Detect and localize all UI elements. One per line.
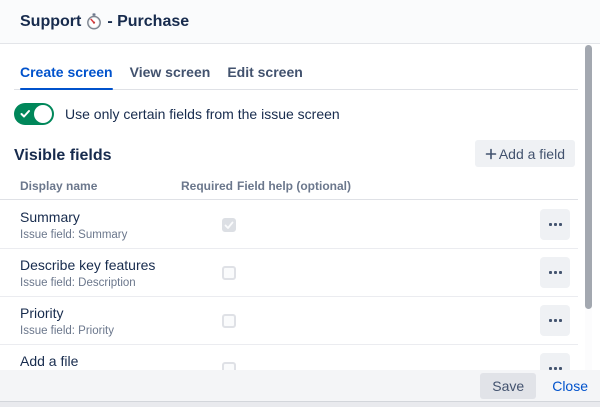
field-display-name: Priority: [20, 305, 64, 321]
check-icon: [20, 109, 31, 119]
more-options-button[interactable]: [540, 257, 570, 288]
column-header-field-help: Field help (optional): [237, 179, 351, 193]
certain-fields-toggle-row: Use only certain fields from the issue s…: [14, 103, 340, 125]
more-options-icon: [554, 223, 557, 226]
table-row-describe-key-features: Describe key features Issue field: Descr…: [0, 249, 578, 297]
tab-create-screen[interactable]: Create screen: [20, 64, 113, 89]
required-checkbox[interactable]: [222, 266, 236, 280]
more-options-icon: [554, 319, 557, 322]
fields-table-body: Summary Issue field: Summary Describe ke…: [0, 201, 578, 393]
column-header-required: Required: [181, 179, 233, 193]
certain-fields-toggle[interactable]: [14, 103, 54, 125]
scrollbar-track[interactable]: [585, 45, 592, 370]
plus-icon: [485, 148, 497, 160]
stopwatch-icon: [86, 13, 102, 30]
field-display-name: Describe key features: [20, 257, 155, 273]
field-issue-field: Issue field: Priority: [20, 325, 114, 337]
modal-footer: Save Close: [0, 370, 600, 401]
page-title-product: Support: [20, 13, 81, 31]
more-options-icon: [554, 271, 557, 274]
save-button[interactable]: Save: [480, 373, 536, 399]
edit-screen-modal: Support - Purchase Create screen View sc…: [0, 0, 600, 407]
field-issue-field: Issue field: Description: [20, 277, 136, 289]
more-options-button[interactable]: [540, 209, 570, 240]
modal-bottom-edge: [0, 401, 600, 407]
tab-view-screen[interactable]: View screen: [130, 64, 211, 89]
scrollbar-thumb[interactable]: [585, 45, 592, 309]
tab-edit-screen[interactable]: Edit screen: [227, 64, 302, 89]
field-issue-field: Issue field: Summary: [20, 229, 127, 241]
screen-tabs: Create screen View screen Edit screen: [14, 64, 578, 90]
add-a-field-label: Add a field: [499, 146, 565, 162]
required-checkbox[interactable]: [222, 314, 236, 328]
close-button[interactable]: Close: [552, 378, 588, 394]
field-display-name: Summary: [20, 209, 80, 225]
toggle-label: Use only certain fields from the issue s…: [65, 106, 340, 122]
modal-header: Support - Purchase: [0, 0, 600, 44]
fields-table-header: Display name Required Field help (option…: [0, 176, 578, 200]
required-checkbox[interactable]: [222, 218, 236, 232]
field-display-name: Add a file: [20, 353, 78, 369]
table-row-priority: Priority Issue field: Priority: [0, 297, 578, 345]
more-options-button[interactable]: [540, 305, 570, 336]
page-title: Support - Purchase: [20, 13, 189, 31]
add-a-field-button[interactable]: Add a field: [475, 140, 575, 167]
toggle-knob: [34, 105, 52, 123]
visible-fields-heading: Visible fields: [14, 147, 112, 165]
column-header-display-name: Display name: [20, 179, 97, 193]
table-row-summary: Summary Issue field: Summary: [0, 201, 578, 249]
page-title-suffix: - Purchase: [107, 13, 189, 31]
